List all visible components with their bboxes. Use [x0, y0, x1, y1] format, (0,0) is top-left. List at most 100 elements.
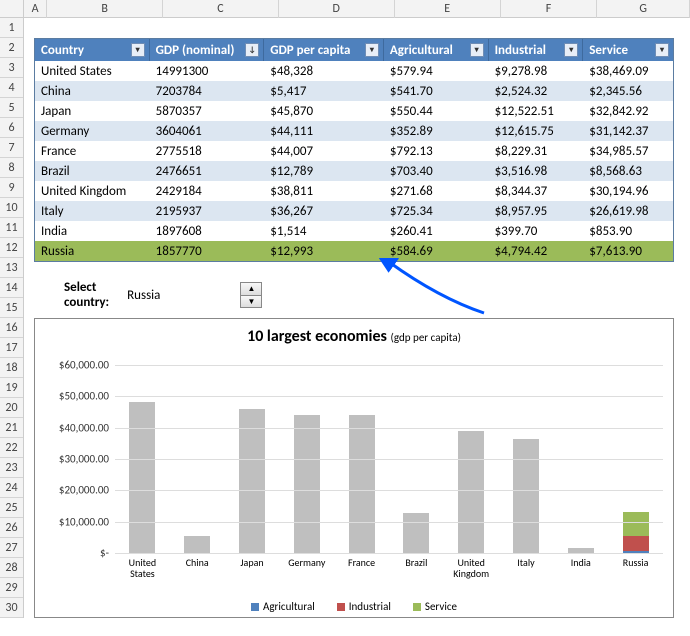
chart-area[interactable]: 10 largest economies (gdp per capita) Un… — [34, 318, 674, 618]
row-header-30[interactable]: 30 — [0, 598, 23, 618]
row-header-27[interactable]: 27 — [0, 538, 23, 558]
filter-icon: ▾ — [470, 43, 484, 57]
cell: $45,870 — [264, 101, 384, 121]
cell: $12,993 — [264, 241, 384, 261]
x-label: Brazil — [389, 557, 443, 568]
x-label: Japan — [225, 557, 279, 568]
select-all-corner[interactable] — [0, 0, 24, 18]
cell: $12,615.75 — [489, 121, 584, 141]
cell: Germany — [35, 121, 150, 141]
chart-legend: Agricultural Industrial Service — [35, 600, 673, 613]
header-service[interactable]: Service▾ — [583, 39, 673, 61]
x-label: China — [170, 557, 224, 568]
col-header-F[interactable]: F — [501, 0, 598, 18]
row-header-29[interactable]: 29 — [0, 578, 23, 598]
cell: $8,568.63 — [583, 161, 673, 181]
col-header-C[interactable]: C — [163, 0, 279, 18]
row-header-14[interactable]: 14 — [0, 278, 23, 298]
cell: $541.70 — [384, 81, 489, 101]
row-header-15[interactable]: 15 — [0, 298, 23, 318]
row-header-7[interactable]: 7 — [0, 138, 23, 158]
select-value: Russia — [127, 288, 160, 303]
row-header-4[interactable]: 4 — [0, 78, 23, 98]
legend-item: Service — [413, 600, 457, 613]
table-row[interactable]: United Kingdom2429184$38,811$271.68$8,34… — [35, 181, 673, 201]
cell: $30,194.96 — [583, 181, 673, 201]
cell: 14991300 — [150, 61, 265, 81]
row-header-25[interactable]: 25 — [0, 498, 23, 518]
col-header-A[interactable]: A — [24, 0, 47, 18]
cell: $703.40 — [384, 161, 489, 181]
table-row[interactable]: India1897608$1,514$260.41$399.70$853.90 — [35, 221, 673, 241]
header-gdp-per-capita[interactable]: GDP per capita▾ — [264, 39, 384, 61]
table-row[interactable]: United States14991300$48,328$579.94$9,27… — [35, 61, 673, 81]
row-header-21[interactable]: 21 — [0, 418, 23, 438]
row-header-22[interactable]: 22 — [0, 438, 23, 458]
cell: $38,469.09 — [583, 61, 673, 81]
col-header-B[interactable]: B — [47, 0, 163, 18]
row-header-16[interactable]: 16 — [0, 318, 23, 338]
cell: $5,417 — [264, 81, 384, 101]
row-header-19[interactable]: 19 — [0, 378, 23, 398]
table-row[interactable]: Germany3604061$44,111$352.89$12,615.75$3… — [35, 121, 673, 141]
y-tick: $50,000.00 — [45, 390, 109, 403]
row-header-24[interactable]: 24 — [0, 478, 23, 498]
y-tick: $40,000.00 — [45, 421, 109, 434]
row-header-28[interactable]: 28 — [0, 558, 23, 578]
cell: $36,267 — [264, 201, 384, 221]
cell: United Kingdom — [35, 181, 150, 201]
spin-up-button[interactable]: ▲ — [241, 283, 261, 295]
row-header-11[interactable]: 11 — [0, 218, 23, 238]
row-header-20[interactable]: 20 — [0, 398, 23, 418]
legend-item: Industrial — [337, 600, 391, 613]
row-headers: 1234567891011121314151617181920212223242… — [0, 18, 24, 618]
header-gdp-nominal-[interactable]: GDP (nominal)↓ — [150, 39, 265, 61]
cell: $44,007 — [264, 141, 384, 161]
row-header-9[interactable]: 9 — [0, 178, 23, 198]
filter-icon: ▾ — [131, 43, 145, 57]
row-header-17[interactable]: 17 — [0, 338, 23, 358]
row-header-12[interactable]: 12 — [0, 238, 23, 258]
row-header-18[interactable]: 18 — [0, 358, 23, 378]
col-header-D[interactable]: D — [279, 0, 395, 18]
cell: $2,524.32 — [489, 81, 584, 101]
legend-item: Agricultural — [251, 600, 315, 613]
row-header-8[interactable]: 8 — [0, 158, 23, 178]
header-country[interactable]: Country▾ — [35, 39, 150, 61]
row-header-6[interactable]: 6 — [0, 118, 23, 138]
header-agricultural[interactable]: Agricultural▾ — [384, 39, 489, 61]
header-industrial[interactable]: Industrial▾ — [489, 39, 584, 61]
column-headers: ABCDEFG — [24, 0, 690, 18]
table-row[interactable]: Brazil2476651$12,789$703.40$3,516.98$8,5… — [35, 161, 673, 181]
cell: $8,344.37 — [489, 181, 584, 201]
table-row[interactable]: Italy2195937$36,267$725.34$8,957.95$26,6… — [35, 201, 673, 221]
x-label: United Kingdom — [444, 557, 498, 579]
x-label: India — [554, 557, 608, 568]
row-header-2[interactable]: 2 — [0, 38, 23, 58]
row-header-26[interactable]: 26 — [0, 518, 23, 538]
table-row[interactable]: China7203784$5,417$541.70$2,524.32$2,345… — [35, 81, 673, 101]
cell: $8,957.95 — [489, 201, 584, 221]
table-row[interactable]: France2775518$44,007$792.13$8,229.31$34,… — [35, 141, 673, 161]
cell: $399.70 — [489, 221, 584, 241]
row-header-1[interactable]: 1 — [0, 18, 23, 38]
col-header-E[interactable]: E — [395, 0, 501, 18]
y-tick: $10,000.00 — [45, 515, 109, 528]
spin-down-button[interactable]: ▼ — [241, 295, 261, 307]
cell: China — [35, 81, 150, 101]
cell: Italy — [35, 201, 150, 221]
row-header-10[interactable]: 10 — [0, 198, 23, 218]
row-header-5[interactable]: 5 — [0, 98, 23, 118]
row-header-13[interactable]: 13 — [0, 258, 23, 278]
cell: 2195937 — [150, 201, 265, 221]
col-header-G[interactable]: G — [597, 0, 690, 18]
table-row[interactable]: Japan5870357$45,870$550.44$12,522.51$32,… — [35, 101, 673, 121]
table-header-row: Country▾GDP (nominal)↓GDP per capita▾Agr… — [35, 39, 673, 61]
row-header-23[interactable]: 23 — [0, 458, 23, 478]
cell: $9,278.98 — [489, 61, 584, 81]
cell: $8,229.31 — [489, 141, 584, 161]
cell: Brazil — [35, 161, 150, 181]
data-table: Country▾GDP (nominal)↓GDP per capita▾Agr… — [34, 38, 674, 262]
row-header-3[interactable]: 3 — [0, 58, 23, 78]
table-row[interactable]: Russia1857770$12,993$584.69$4,794.42$7,6… — [35, 241, 673, 261]
